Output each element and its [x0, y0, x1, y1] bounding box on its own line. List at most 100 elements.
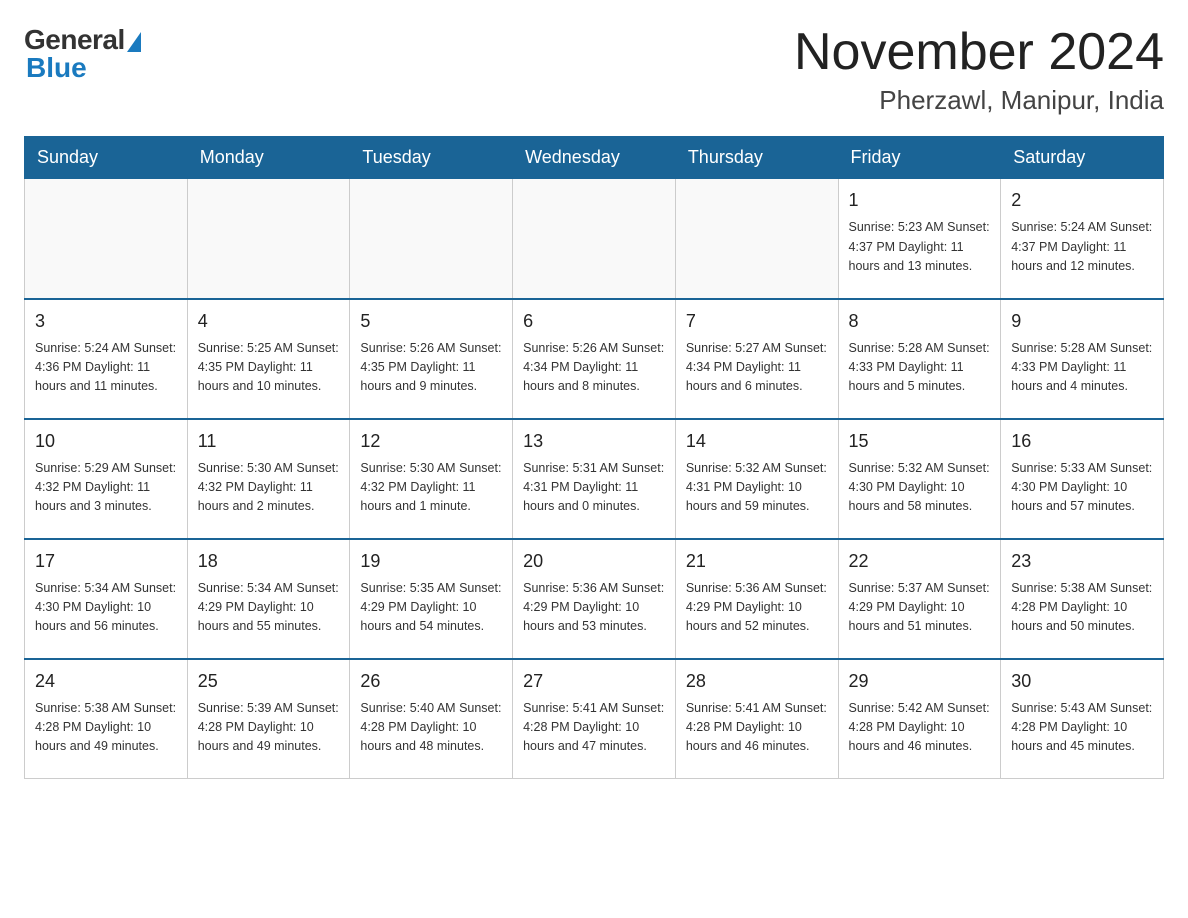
calendar-cell: 29Sunrise: 5:42 AM Sunset: 4:28 PM Dayli… [838, 659, 1001, 779]
week-row-1: 1 Sunrise: 5:23 AM Sunset: 4:37 PM Daylig… [25, 179, 1164, 299]
day-info: Sunrise: 5:26 AM Sunset: 4:34 PM Dayligh… [523, 339, 665, 397]
day-info: Sunrise: 5:33 AM Sunset: 4:30 PM Dayligh… [1011, 459, 1153, 517]
day-info: Sunrise: 5:34 AM Sunset: 4:29 PM Dayligh… [198, 579, 340, 637]
title-section: November 2024 Pherzawl, Manipur, India [794, 24, 1164, 116]
calendar-cell: 15 Sunrise: 5:32 AM Sunset: 4:30 PM Dayli… [838, 419, 1001, 539]
day-number: 25 [198, 668, 340, 695]
day-info: Sunrise: 5:35 AM Sunset: 4:29 PM Dayligh… [360, 579, 502, 637]
day-number: 9 [1011, 308, 1153, 335]
calendar-cell: 2 Sunrise: 5:24 AM Sunset: 4:37 PM Daylig… [1001, 179, 1164, 299]
day-info: Sunrise: 5:29 AM Sunset: 4:32 PM Dayligh… [35, 459, 177, 517]
day-info: Sunrise: 5:24 AM Sunset: 4:37 PM Dayligh… [1011, 218, 1153, 276]
logo: General Blue [24, 24, 141, 84]
day-number: 4 [198, 308, 340, 335]
day-info: Sunrise: 5:40 AM Sunset: 4:28 PM Dayligh… [360, 699, 502, 757]
day-info: Sunrise: 5:28 AM Sunset: 4:33 PM Dayligh… [1011, 339, 1153, 397]
day-info: Sunrise: 5:25 AM Sunset: 4:35 PM Dayligh… [198, 339, 340, 397]
calendar-cell [350, 179, 513, 299]
calendar-cell: 8 Sunrise: 5:28 AM Sunset: 4:33 PM Daylig… [838, 299, 1001, 419]
header-monday: Monday [187, 137, 350, 179]
day-number: 23 [1011, 548, 1153, 575]
calendar-cell: 25 Sunrise: 5:39 AM Sunset: 4:28 PM Dayli… [187, 659, 350, 779]
week-row-3: 10 Sunrise: 5:29 AM Sunset: 4:32 PM Dayli… [25, 419, 1164, 539]
calendar-cell: 18 Sunrise: 5:34 AM Sunset: 4:29 PM Dayli… [187, 539, 350, 659]
day-number: 11 [198, 428, 340, 455]
day-info: Sunrise: 5:30 AM Sunset: 4:32 PM Dayligh… [360, 459, 502, 517]
day-number: 8 [849, 308, 991, 335]
header-sunday: Sunday [25, 137, 188, 179]
calendar-cell: 20 Sunrise: 5:36 AM Sunset: 4:29 PM Dayli… [513, 539, 676, 659]
day-number: 3 [35, 308, 177, 335]
calendar-cell: 7 Sunrise: 5:27 AM Sunset: 4:34 PM Daylig… [675, 299, 838, 419]
day-number: 16 [1011, 428, 1153, 455]
day-info: Sunrise: 5:24 AM Sunset: 4:36 PM Dayligh… [35, 339, 177, 397]
day-number: 18 [198, 548, 340, 575]
week-row-4: 17Sunrise: 5:34 AM Sunset: 4:30 PM Dayli… [25, 539, 1164, 659]
day-number: 13 [523, 428, 665, 455]
calendar-cell: 6 Sunrise: 5:26 AM Sunset: 4:34 PM Daylig… [513, 299, 676, 419]
day-info: Sunrise: 5:38 AM Sunset: 4:28 PM Dayligh… [35, 699, 177, 757]
day-info: Sunrise: 5:41 AM Sunset: 4:28 PM Dayligh… [686, 699, 828, 757]
header-thursday: Thursday [675, 137, 838, 179]
calendar-cell: 28 Sunrise: 5:41 AM Sunset: 4:28 PM Dayli… [675, 659, 838, 779]
calendar-cell: 21 Sunrise: 5:36 AM Sunset: 4:29 PM Dayli… [675, 539, 838, 659]
day-number: 6 [523, 308, 665, 335]
calendar-cell: 14 Sunrise: 5:32 AM Sunset: 4:31 PM Dayli… [675, 419, 838, 539]
day-info: Sunrise: 5:30 AM Sunset: 4:32 PM Dayligh… [198, 459, 340, 517]
day-number: 7 [686, 308, 828, 335]
day-number: 17 [35, 548, 177, 575]
day-info: Sunrise: 5:36 AM Sunset: 4:29 PM Dayligh… [523, 579, 665, 637]
day-number: 27 [523, 668, 665, 695]
day-info: Sunrise: 5:28 AM Sunset: 4:33 PM Dayligh… [849, 339, 991, 397]
calendar-cell: 17Sunrise: 5:34 AM Sunset: 4:30 PM Dayli… [25, 539, 188, 659]
calendar-cell: 9 Sunrise: 5:28 AM Sunset: 4:33 PM Daylig… [1001, 299, 1164, 419]
day-number: 20 [523, 548, 665, 575]
day-number: 26 [360, 668, 502, 695]
day-number: 24 [35, 668, 177, 695]
calendar-cell [675, 179, 838, 299]
location-title: Pherzawl, Manipur, India [794, 85, 1164, 116]
calendar-cell: 4 Sunrise: 5:25 AM Sunset: 4:35 PM Daylig… [187, 299, 350, 419]
day-info: Sunrise: 5:38 AM Sunset: 4:28 PM Dayligh… [1011, 579, 1153, 637]
calendar-cell: 23 Sunrise: 5:38 AM Sunset: 4:28 PM Dayli… [1001, 539, 1164, 659]
calendar-cell: 5Sunrise: 5:26 AM Sunset: 4:35 PM Daylig… [350, 299, 513, 419]
day-number: 15 [849, 428, 991, 455]
day-info: Sunrise: 5:43 AM Sunset: 4:28 PM Dayligh… [1011, 699, 1153, 757]
day-number: 30 [1011, 668, 1153, 695]
logo-triangle-icon [127, 32, 141, 52]
calendar-cell: 30 Sunrise: 5:43 AM Sunset: 4:28 PM Dayli… [1001, 659, 1164, 779]
calendar-cell: 24 Sunrise: 5:38 AM Sunset: 4:28 PM Dayli… [25, 659, 188, 779]
calendar-cell: 12 Sunrise: 5:30 AM Sunset: 4:32 PM Dayli… [350, 419, 513, 539]
day-info: Sunrise: 5:36 AM Sunset: 4:29 PM Dayligh… [686, 579, 828, 637]
header-saturday: Saturday [1001, 137, 1164, 179]
page-header: General Blue November 2024 Pherzawl, Man… [24, 24, 1164, 116]
day-number: 21 [686, 548, 828, 575]
calendar-header-row: SundayMondayTuesdayWednesdayThursdayFrid… [25, 137, 1164, 179]
day-number: 28 [686, 668, 828, 695]
day-number: 29 [849, 668, 991, 695]
day-info: Sunrise: 5:27 AM Sunset: 4:34 PM Dayligh… [686, 339, 828, 397]
calendar-cell: 16 Sunrise: 5:33 AM Sunset: 4:30 PM Dayli… [1001, 419, 1164, 539]
day-info: Sunrise: 5:31 AM Sunset: 4:31 PM Dayligh… [523, 459, 665, 517]
day-info: Sunrise: 5:26 AM Sunset: 4:35 PM Dayligh… [360, 339, 502, 397]
day-number: 1 [849, 187, 991, 214]
day-number: 10 [35, 428, 177, 455]
day-number: 14 [686, 428, 828, 455]
calendar-cell: 11 Sunrise: 5:30 AM Sunset: 4:32 PM Dayli… [187, 419, 350, 539]
day-number: 12 [360, 428, 502, 455]
header-friday: Friday [838, 137, 1001, 179]
calendar-cell [187, 179, 350, 299]
week-row-5: 24 Sunrise: 5:38 AM Sunset: 4:28 PM Dayli… [25, 659, 1164, 779]
header-tuesday: Tuesday [350, 137, 513, 179]
day-info: Sunrise: 5:39 AM Sunset: 4:28 PM Dayligh… [198, 699, 340, 757]
day-info: Sunrise: 5:32 AM Sunset: 4:31 PM Dayligh… [686, 459, 828, 517]
day-info: Sunrise: 5:41 AM Sunset: 4:28 PM Dayligh… [523, 699, 665, 757]
day-info: Sunrise: 5:23 AM Sunset: 4:37 PM Dayligh… [849, 218, 991, 276]
header-wednesday: Wednesday [513, 137, 676, 179]
calendar-table: SundayMondayTuesdayWednesdayThursdayFrid… [24, 136, 1164, 779]
day-info: Sunrise: 5:32 AM Sunset: 4:30 PM Dayligh… [849, 459, 991, 517]
day-number: 19 [360, 548, 502, 575]
day-number: 2 [1011, 187, 1153, 214]
calendar-cell: 22Sunrise: 5:37 AM Sunset: 4:29 PM Dayli… [838, 539, 1001, 659]
calendar-cell: 27 Sunrise: 5:41 AM Sunset: 4:28 PM Dayli… [513, 659, 676, 779]
